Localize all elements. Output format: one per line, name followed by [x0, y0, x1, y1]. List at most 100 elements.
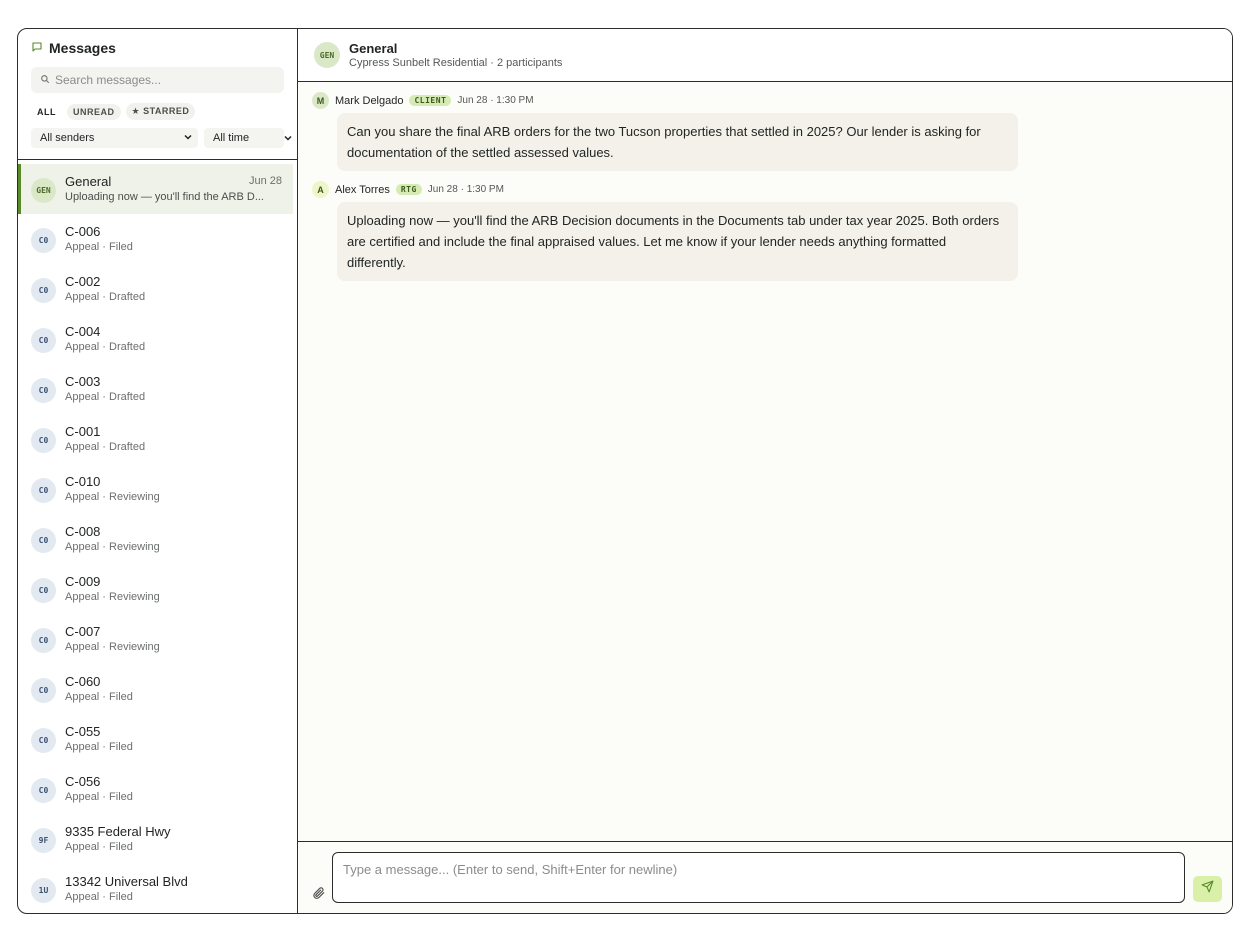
conversation-item[interactable]: C0 C-002 Appeal · Drafted	[18, 264, 297, 314]
conversation-status: Appeal · Filed	[65, 791, 133, 803]
chat-subtitle: Cypress Sunbelt Residential · 2 particip…	[349, 57, 563, 69]
conversation-item[interactable]: C0 C-007 Appeal · Reviewing	[18, 614, 297, 664]
message-composer	[298, 841, 1232, 913]
conversation-status: Appeal · Drafted	[65, 391, 146, 403]
avatar: GEN	[314, 42, 340, 68]
chevron-down-icon	[182, 131, 194, 146]
filter-selects: All senders All time	[31, 128, 292, 148]
conversation-status: Appeal · Reviewing	[65, 591, 160, 603]
time-filter-value: All time	[213, 132, 250, 144]
conversation-status: Appeal · Drafted	[65, 291, 146, 303]
app-window: Messages ALL UNREAD ★ STARRED All sender…	[17, 28, 1233, 914]
conversation-item[interactable]: C0 C-008 Appeal · Reviewing	[18, 514, 297, 564]
avatar: C0	[31, 528, 56, 553]
chat-panel: GEN General Cypress Sunbelt Residential …	[298, 29, 1232, 913]
conversation-item-general[interactable]: GEN General Jun 28 Uploading now — you'l…	[18, 164, 293, 214]
conversation-name: C-009	[65, 573, 101, 589]
avatar: C0	[31, 628, 56, 653]
conversation-name: C-055	[65, 723, 101, 739]
avatar: C0	[31, 778, 56, 803]
avatar: C0	[31, 578, 56, 603]
conversation-name: C-056	[65, 773, 101, 789]
conversation-name: 13342 Universal Blvd	[65, 873, 188, 889]
conversation-status: Appeal · Reviewing	[65, 541, 160, 553]
conversation-item[interactable]: C0 C-010 Appeal · Reviewing	[18, 464, 297, 514]
conversation-name: C-010	[65, 473, 101, 489]
send-button[interactable]	[1193, 876, 1222, 902]
filter-tabs: ALL UNREAD ★ STARRED	[31, 103, 284, 120]
search-input[interactable]	[55, 73, 275, 87]
message-list: M Mark Delgado CLIENT Jun 28 · 1:30 PM C…	[298, 82, 1232, 841]
avatar: 9F	[31, 828, 56, 853]
conversation-name: C-060	[65, 673, 101, 689]
avatar: A	[312, 181, 329, 198]
message-input[interactable]	[343, 862, 1174, 892]
conversation-item[interactable]: C0 C-056 Appeal · Filed	[18, 764, 297, 814]
avatar: C0	[31, 278, 56, 303]
message-time: Jun 28 · 1:30 PM	[427, 184, 504, 195]
avatar: C0	[31, 728, 56, 753]
chevron-down-icon	[282, 132, 294, 147]
conversation-status: Appeal · Filed	[65, 841, 133, 853]
message-input-box[interactable]	[332, 852, 1185, 903]
paperclip-icon[interactable]	[312, 886, 326, 900]
role-badge: RTG	[395, 184, 422, 195]
sender-filter-value: All senders	[40, 132, 95, 144]
chat-title: General	[349, 41, 398, 56]
conversation-item[interactable]: C0 C-001 Appeal · Drafted	[18, 414, 297, 464]
message-bubble: Can you share the final ARB orders for t…	[337, 113, 1018, 171]
avatar: 1U	[31, 878, 56, 903]
conversation-item[interactable]: 1U 13342 Universal Blvd Appeal · Filed	[18, 864, 297, 913]
conversation-item[interactable]: C0 C-009 Appeal · Reviewing	[18, 564, 297, 614]
avatar: C0	[31, 478, 56, 503]
conversation-item[interactable]: C0 C-055 Appeal · Filed	[18, 714, 297, 764]
search-icon	[40, 71, 50, 89]
avatar: C0	[31, 328, 56, 353]
sender-filter-select[interactable]: All senders	[31, 128, 198, 148]
message-bubble: Uploading now — you'll find the ARB Deci…	[337, 202, 1018, 281]
conversation-name: C-004	[65, 323, 101, 339]
conversation-item[interactable]: C0 C-003 Appeal · Drafted	[18, 364, 297, 414]
conversation-list: GEN General Jun 28 Uploading now — you'l…	[18, 160, 297, 913]
conversation-name: C-007	[65, 623, 101, 639]
tab-all[interactable]: ALL	[31, 104, 62, 120]
sender-name: Alex Torres	[335, 183, 390, 196]
chat-header: GEN General Cypress Sunbelt Residential …	[298, 29, 1232, 82]
sidebar-title: Messages	[31, 40, 284, 56]
conversation-status: Appeal · Filed	[65, 241, 133, 253]
message: A Alex Torres RTG Jun 28 · 1:30 PM Uploa…	[312, 181, 1232, 281]
message-time: Jun 28 · 1:30 PM	[457, 95, 534, 106]
conversation-item[interactable]: C0 C-004 Appeal · Drafted	[18, 314, 297, 364]
time-filter-select[interactable]: All time	[204, 128, 292, 148]
conversation-name: C-001	[65, 423, 101, 439]
search-box[interactable]	[31, 67, 284, 93]
sidebar-title-label: Messages	[49, 40, 116, 56]
tab-starred[interactable]: ★ STARRED	[125, 103, 196, 120]
avatar: C0	[31, 678, 56, 703]
role-badge: CLIENT	[409, 95, 452, 106]
conversation-status: Appeal · Filed	[65, 741, 133, 753]
sidebar-header: Messages ALL UNREAD ★ STARRED All sender…	[18, 29, 297, 160]
conversation-item[interactable]: C0 C-006 Appeal · Filed	[18, 214, 297, 264]
conversation-status: Appeal · Filed	[65, 691, 133, 703]
tab-unread[interactable]: UNREAD	[67, 103, 121, 120]
conversation-name: C-006	[65, 223, 101, 239]
avatar: GEN	[31, 178, 56, 203]
conversation-preview: Uploading now — you'll find the ARB D...	[65, 191, 264, 203]
conversation-name: General	[65, 173, 112, 189]
conversation-status: Appeal · Drafted	[65, 341, 146, 353]
sidebar: Messages ALL UNREAD ★ STARRED All sender…	[18, 29, 298, 913]
conversation-date: Jun 28	[248, 175, 282, 187]
conversation-name: 9335 Federal Hwy	[65, 823, 171, 839]
message-square-icon	[31, 40, 43, 56]
avatar: C0	[31, 378, 56, 403]
avatar: C0	[31, 428, 56, 453]
conversation-status: Appeal · Reviewing	[65, 641, 160, 653]
conversation-name: C-008	[65, 523, 101, 539]
avatar: M	[312, 92, 329, 109]
conversation-status: Appeal · Drafted	[65, 441, 146, 453]
conversation-item[interactable]: 9F 9335 Federal Hwy Appeal · Filed	[18, 814, 297, 864]
conversation-status: Appeal · Filed	[65, 891, 133, 903]
send-icon	[1201, 880, 1214, 898]
conversation-item[interactable]: C0 C-060 Appeal · Filed	[18, 664, 297, 714]
